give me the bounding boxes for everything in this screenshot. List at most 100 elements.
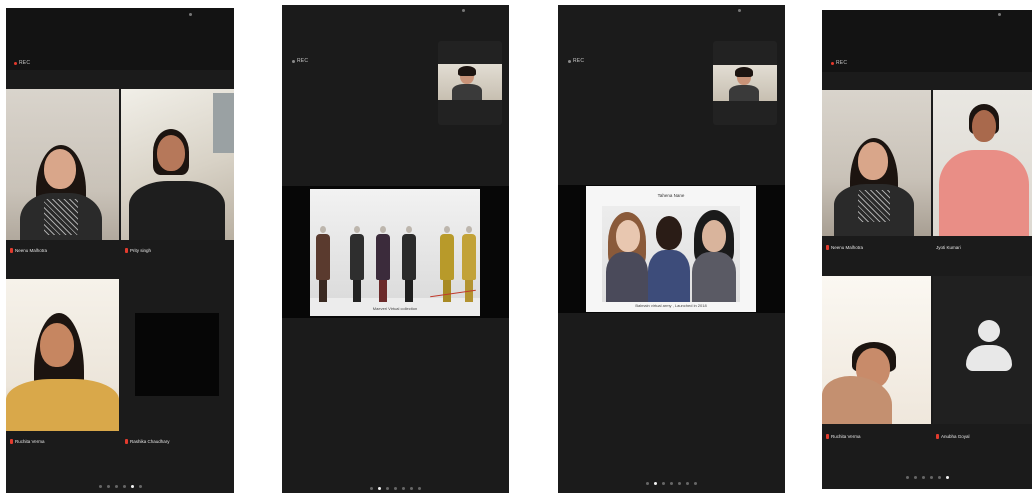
rec-indicator[interactable]: REC [292,58,308,64]
person-body [939,150,1029,236]
participant-name: Ruchita Verma [826,434,861,439]
mannequin [440,226,454,302]
model-face [616,220,640,252]
page-dot-active[interactable] [130,485,134,488]
slide-image [602,206,740,302]
participant-name-label: Prity singh [130,248,152,253]
mannequin [376,226,390,302]
camera-dot [189,13,192,16]
shared-slide: Tahena Nane Balmain virtual army , Launc… [586,186,756,312]
page-indicator[interactable] [822,476,1032,479]
top-bar: REC [822,10,1032,72]
page-dot[interactable] [114,485,118,488]
rec-indicator[interactable]: REC [831,60,847,66]
participant-name: Anubha Goyal [936,434,970,439]
mannequin [402,226,416,302]
page-dot[interactable] [929,476,933,479]
participant-tile[interactable] [121,89,234,240]
page-dot[interactable] [921,476,925,479]
page-dot-active[interactable] [654,482,657,485]
rec-indicator[interactable]: REC [568,58,584,64]
person-body [729,85,759,101]
page-dot[interactable] [418,487,421,490]
page-dot[interactable] [905,476,909,479]
mic-muted-icon [936,434,939,439]
participant-name-label: Ruchita Verma [15,439,45,444]
page-dot[interactable] [106,485,110,488]
participant-tile[interactable] [933,90,1032,236]
participant-name-label: Neenu Malhotra [831,245,864,250]
page-dot[interactable] [670,482,673,485]
mic-muted-icon [826,245,829,250]
participant-name-label: Rashika Chaudhary [130,439,170,444]
phone-screen-4: REC Neenu Malhotra Jyoti Kumari Ruchita … [822,10,1032,489]
person-face [40,323,74,367]
self-view-thumbnail[interactable] [713,41,777,125]
phone-screen-1: REC Neenu Malhotra Prity singh Ruchita V… [6,8,234,493]
page-dot-active[interactable] [378,487,381,490]
phone-screen-3: REC Tahena Nane Balmain virtual army , L… [558,5,785,493]
page-dot[interactable] [678,482,681,485]
page-indicator[interactable] [6,485,234,488]
page-dot[interactable] [98,485,102,488]
participant-tile[interactable] [822,90,931,236]
rec-label: REC [836,60,848,66]
page-dot[interactable] [686,482,689,485]
model-face [656,216,682,250]
participant-name: Neenu Malhotra [10,248,47,253]
page-dot[interactable] [402,487,405,490]
page-dot[interactable] [646,482,649,485]
participant-tile[interactable] [121,279,234,431]
camera-dot [998,13,1001,16]
rec-label: REC [297,58,309,64]
camera-off-placeholder [135,313,219,396]
page-dot[interactable] [386,487,389,490]
person-body [452,84,482,100]
page-dot[interactable] [370,487,373,490]
mic-muted-icon [125,439,128,444]
mic-muted-icon [826,434,829,439]
participant-tile[interactable] [822,276,931,424]
camera-dot [462,9,465,12]
runway-background [310,189,480,298]
participant-tile[interactable] [6,89,119,259]
thumbnail-video [438,64,502,100]
participant-name-label: Anubha Goyal [941,434,970,439]
mic-muted-icon [10,439,13,444]
participant-tile[interactable] [933,276,1032,424]
page-dot[interactable] [662,482,665,485]
pattern-top [44,199,78,235]
page-dot[interactable] [394,487,397,490]
participant-name: Rashika Chaudhary [125,439,170,444]
camera-dot [738,9,741,12]
page-indicator[interactable] [558,482,785,485]
participant-name: Neenu Malhotra [826,245,863,250]
rec-indicator[interactable]: REC [14,60,30,66]
page-dot-active[interactable] [945,476,949,479]
record-icon [14,61,17,65]
window-light [213,93,234,153]
person-face [157,135,185,171]
page-dot[interactable] [122,485,126,488]
self-view-thumbnail[interactable] [438,41,502,125]
page-dot[interactable] [694,482,697,485]
shared-slide: Maeveri Virtual collection [310,189,480,316]
record-icon [568,59,571,63]
page-indicator[interactable] [282,487,509,490]
mannequin [316,226,330,302]
page-dot[interactable] [913,476,917,479]
top-bar: REC [6,8,234,70]
page-dot[interactable] [937,476,941,479]
mannequin [350,226,364,302]
participant-name-label: Jyoti Kumari [936,245,961,250]
page-dot[interactable] [138,485,142,488]
person-face [44,149,76,189]
person-hair [735,67,753,77]
rec-label: REC [573,58,585,64]
model-body [606,252,648,302]
person-hair [458,66,476,76]
page-dot[interactable] [410,487,413,490]
participant-tile[interactable] [6,279,119,431]
participant-name-label: Ruchita Verma [831,434,861,439]
model-face [702,220,726,252]
